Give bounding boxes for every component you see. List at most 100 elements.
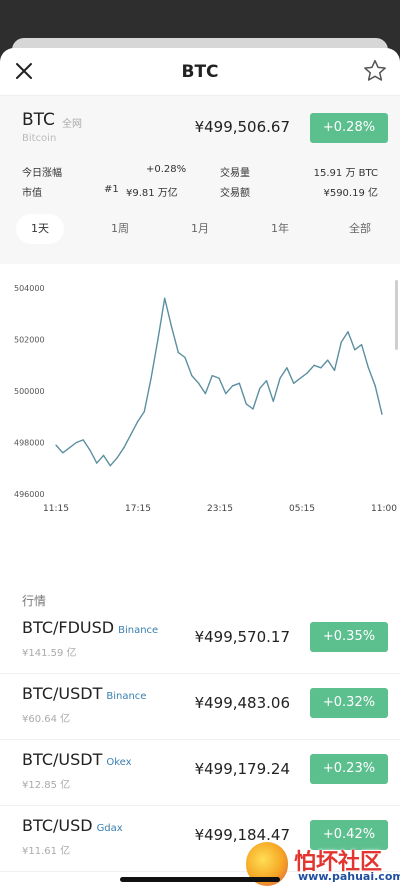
time-range-tabs: 1天 1周 1月 1年 全部	[0, 204, 400, 264]
price-point	[286, 367, 288, 369]
pair-volume: ¥141.59 亿	[22, 648, 77, 659]
price-point	[89, 449, 91, 451]
price-point	[109, 465, 111, 467]
market-row[interactable]: BTC/FDUSD Binance ¥141.59 亿 ¥499,570.17 +…	[0, 608, 400, 674]
x-tick-label: 11:00	[371, 504, 397, 514]
pair-name: BTC/USDT	[22, 684, 103, 703]
price-point	[238, 382, 240, 384]
y-tick-label: 502000	[14, 336, 45, 345]
markets-list: BTC/FDUSD Binance ¥141.59 亿 ¥499,570.17 +…	[0, 608, 400, 872]
price-point	[102, 454, 105, 456]
price-point	[231, 385, 234, 387]
tab-1-year[interactable]: 1年	[256, 214, 304, 244]
volume-value: 15.91 万 BTC	[313, 168, 378, 179]
pair-name: BTC/USDT	[22, 750, 103, 769]
price-point	[313, 364, 315, 366]
market-cap-label: 市值	[22, 188, 42, 199]
coin-price: ¥499,506.67	[194, 118, 290, 136]
price-point	[252, 408, 254, 410]
scope-tag: 全网	[62, 119, 82, 130]
price-point	[211, 374, 213, 377]
price-point	[184, 356, 186, 359]
change-badge: +0.35%	[310, 622, 388, 652]
x-tick-label: 05:15	[289, 504, 315, 514]
price-point	[374, 385, 376, 387]
y-tick-label: 504000	[14, 284, 45, 293]
price-point	[327, 359, 329, 361]
home-indicator	[120, 877, 280, 882]
exchange-name: Binance	[106, 691, 147, 702]
pair-price: ¥499,570.17	[194, 628, 290, 646]
volume-label: 交易量	[220, 168, 250, 179]
price-point	[55, 444, 57, 446]
price-point	[204, 392, 207, 395]
stats-panel: 今日涨幅 +0.28% 交易量 15.91 万 BTC 市值 #1 ¥9.81 …	[0, 158, 400, 204]
exchange-name: Binance	[118, 625, 159, 636]
tab-all[interactable]: 全部	[336, 214, 384, 244]
coin-summary: BTC 全网 Bitcoin ¥499,506.67 +0.28%	[0, 96, 400, 158]
price-point	[293, 382, 295, 384]
price-point	[272, 400, 274, 402]
nav-bar: BTC	[0, 48, 400, 96]
price-point	[320, 367, 322, 369]
market-row[interactable]: BTC/USDT Okex ¥12.85 亿 ¥499,179.24 +0.23%	[0, 740, 400, 806]
tab-1-week[interactable]: 1周	[96, 214, 144, 244]
market-row[interactable]: BTC/USDT Binance ¥60.64 亿 ¥499,483.06 +0.…	[0, 674, 400, 740]
price-point	[361, 344, 363, 346]
star-icon[interactable]	[362, 58, 388, 84]
y-tick-label: 500000	[14, 387, 45, 396]
price-point	[116, 457, 118, 459]
change-badge: +0.23%	[310, 754, 388, 784]
price-point	[75, 441, 77, 444]
pair-name: BTC/FDUSD	[22, 618, 115, 637]
price-point	[225, 392, 227, 395]
price-point	[62, 452, 64, 454]
exchange-name: Okex	[106, 757, 132, 768]
price-point	[381, 413, 383, 415]
price-point	[123, 447, 125, 449]
price-point	[143, 411, 145, 413]
price-line	[55, 297, 383, 467]
page-title: BTC	[181, 62, 219, 82]
x-tick-label: 23:15	[207, 504, 233, 514]
price-point	[306, 372, 308, 374]
today-change-value: +0.28%	[146, 164, 187, 175]
price-chart[interactable]: 504000 502000 500000 498000 496000 11:15 17:15…	[0, 264, 400, 586]
markets-section-label: 行情	[22, 594, 47, 608]
scrollbar[interactable]	[395, 280, 398, 350]
price-point	[82, 439, 84, 441]
price-point	[198, 382, 200, 384]
market-cap-rank: #1	[104, 184, 119, 195]
pair-volume: ¥12.85 亿	[22, 780, 71, 791]
price-point	[265, 380, 268, 382]
price-point	[299, 377, 302, 379]
pair-volume: ¥11.61 亿	[22, 846, 71, 857]
y-tick-label: 496000	[14, 490, 45, 499]
price-point	[136, 421, 139, 423]
price-point	[130, 434, 132, 436]
price-point	[177, 351, 179, 353]
price-point	[218, 377, 220, 379]
market-cap-value: ¥9.81 万亿	[126, 188, 178, 199]
watermark-site: www.pahuai.com	[298, 870, 400, 883]
turnover-value: ¥590.19 亿	[323, 188, 378, 199]
x-tick-label: 17:15	[125, 504, 151, 514]
price-point	[259, 387, 261, 390]
price-point	[157, 338, 159, 341]
price-point	[354, 349, 356, 351]
pair-volume: ¥60.64 亿	[22, 714, 71, 725]
price-point	[96, 462, 98, 464]
price-point	[245, 403, 247, 405]
coin-symbol: BTC	[22, 110, 55, 130]
pair-name: BTC/USD	[22, 816, 93, 835]
tab-1-month[interactable]: 1月	[176, 214, 224, 244]
x-tick-label: 11:15	[43, 504, 69, 514]
price-point	[340, 341, 342, 343]
coin-name: Bitcoin	[22, 133, 57, 144]
price-point	[150, 377, 152, 379]
tab-1-day[interactable]: 1天	[16, 214, 64, 244]
price-point	[333, 369, 336, 371]
price-point	[170, 326, 173, 328]
y-tick-label: 498000	[14, 439, 45, 448]
turnover-label: 交易额	[220, 188, 250, 199]
